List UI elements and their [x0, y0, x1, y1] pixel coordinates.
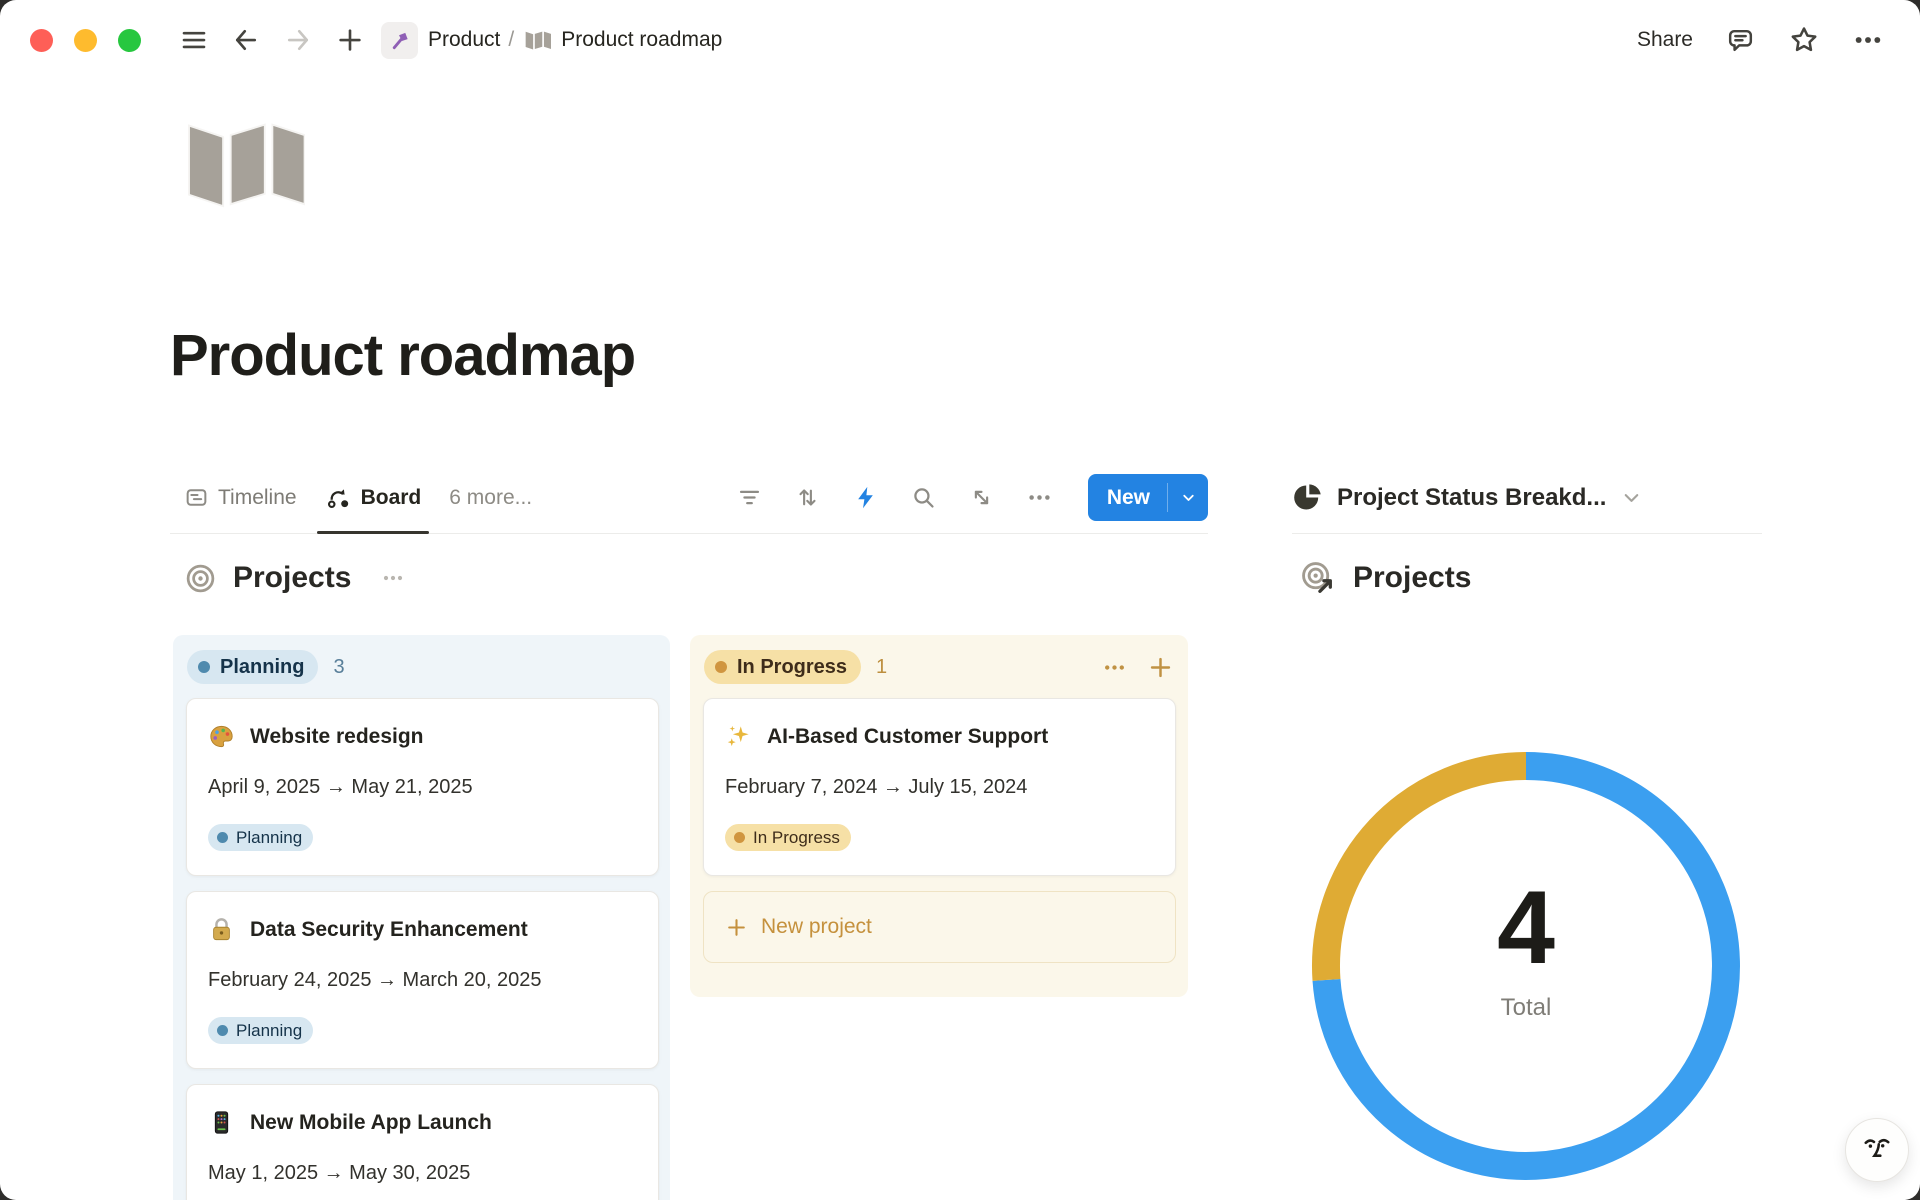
board-column-planning: Planning 3 Website redesign April 9, 202… [173, 635, 670, 1200]
donut-total-label: Total [1296, 994, 1756, 1022]
close-window-button[interactable] [30, 29, 53, 52]
more-views-button[interactable]: 6 more... [449, 486, 532, 510]
window-controls [30, 29, 141, 52]
new-project-label: New project [761, 915, 872, 939]
target-icon [184, 562, 217, 595]
new-button-group: New [1088, 474, 1208, 521]
section-options-icon[interactable] [381, 566, 405, 590]
column-count: 1 [876, 656, 887, 679]
target-link-icon [1300, 560, 1337, 597]
column-header: Planning 3 [187, 650, 656, 684]
top-bar: Product / Product roadmap Share [0, 0, 1920, 80]
new-button[interactable]: New [1088, 474, 1167, 521]
status-dot [715, 661, 727, 673]
board-section-header: Projects [184, 552, 405, 604]
tab-timeline[interactable]: Timeline [170, 462, 311, 533]
board-section-title[interactable]: Projects [233, 561, 351, 595]
status-dot [217, 1025, 228, 1036]
view-options-icon[interactable] [1026, 484, 1053, 511]
new-tab-icon[interactable] [333, 23, 367, 57]
column-actions [1102, 654, 1174, 681]
board-column-in-progress: In Progress 1 AI-Based Customer Support … [690, 635, 1188, 997]
project-card-mobile-app[interactable]: New Mobile App Launch May 1, 2025 → May … [186, 1084, 659, 1200]
minimize-window-button[interactable] [74, 29, 97, 52]
chart-section-title[interactable]: Projects [1353, 561, 1471, 595]
breadcrumb-page[interactable]: Product roadmap [561, 28, 722, 52]
app-window: Product / Product roadmap Share Product … [0, 0, 1920, 1200]
card-dates: February 7, 2024 → July 15, 2024 [725, 776, 1154, 799]
filter-icon[interactable] [736, 484, 763, 511]
map-icon [524, 29, 551, 51]
palette-icon [208, 723, 235, 750]
zoom-window-button[interactable] [118, 29, 141, 52]
project-card-data-security[interactable]: Data Security Enhancement February 24, 2… [186, 891, 659, 1069]
card-title: Website redesign [250, 725, 424, 749]
notion-ai-button[interactable] [1845, 1118, 1909, 1182]
pie-chart-icon [1292, 482, 1323, 513]
view-toolbar: New [736, 474, 1208, 521]
tab-board[interactable]: Board [311, 462, 436, 533]
chart-panel-header: Project Status Breakd... [1292, 462, 1762, 534]
back-icon[interactable] [229, 23, 263, 57]
donut-center: 4 Total [1296, 876, 1756, 1022]
breadcrumb: Product / Product roadmap [381, 22, 722, 59]
status-dot [198, 661, 210, 673]
tab-board-label: Board [361, 486, 422, 510]
status-dot [734, 832, 745, 843]
tab-timeline-label: Timeline [218, 486, 297, 510]
card-dates: April 9, 2025 → May 21, 2025 [208, 776, 637, 799]
more-options-icon[interactable] [1852, 24, 1884, 56]
forward-icon[interactable] [281, 23, 315, 57]
breadcrumb-separator: / [508, 28, 514, 52]
chart-chevron-down-icon[interactable] [1620, 486, 1643, 509]
new-button-dropdown[interactable] [1168, 474, 1208, 521]
card-status-tag: In Progress [725, 824, 851, 851]
new-project-button[interactable]: New project [703, 891, 1176, 963]
status-badge-in-progress[interactable]: In Progress [704, 650, 861, 684]
mobile-phone-icon [208, 1109, 235, 1136]
comments-icon[interactable] [1725, 25, 1756, 56]
card-dates: May 1, 2025 → May 30, 2025 [208, 1162, 637, 1185]
column-add-icon[interactable] [1147, 654, 1174, 681]
card-title: Data Security Enhancement [250, 918, 528, 942]
column-count: 3 [333, 656, 344, 679]
breadcrumb-product[interactable]: Product [428, 28, 500, 52]
project-card-website-redesign[interactable]: Website redesign April 9, 2025 → May 21,… [186, 698, 659, 876]
favorite-star-icon[interactable] [1788, 24, 1820, 56]
chart-section-header: Projects [1300, 552, 1471, 604]
project-status-donut-chart[interactable]: 4 Total [1296, 736, 1756, 1196]
product-page-icon[interactable] [381, 22, 418, 59]
status-badge-planning[interactable]: Planning [187, 650, 318, 684]
card-dates: February 24, 2025 → March 20, 2025 [208, 969, 637, 992]
column-header: In Progress 1 [704, 650, 1174, 684]
share-button[interactable]: Share [1637, 28, 1693, 52]
project-card-ai-support[interactable]: AI-Based Customer Support February 7, 20… [703, 698, 1176, 876]
expand-icon[interactable] [968, 484, 995, 511]
card-title: AI-Based Customer Support [767, 725, 1048, 749]
donut-total-value: 4 [1296, 876, 1756, 980]
sort-icon[interactable] [794, 484, 821, 511]
sparkles-icon [725, 723, 752, 750]
page-title: Product roadmap [170, 322, 635, 389]
card-title: New Mobile App Launch [250, 1111, 492, 1135]
page-map-icon[interactable] [181, 118, 305, 208]
card-status-tag: Planning [208, 824, 313, 851]
automations-lightning-icon[interactable] [852, 484, 879, 511]
lock-icon [208, 916, 235, 943]
chart-title[interactable]: Project Status Breakd... [1337, 484, 1606, 512]
topbar-actions: Share [1637, 24, 1884, 56]
card-status-tag: Planning [208, 1017, 313, 1044]
view-tab-bar: Timeline Board 6 more... [170, 462, 1208, 534]
column-options-icon[interactable] [1102, 655, 1127, 680]
sidebar-menu-icon[interactable] [177, 23, 211, 57]
search-icon[interactable] [910, 484, 937, 511]
status-dot [217, 832, 228, 843]
